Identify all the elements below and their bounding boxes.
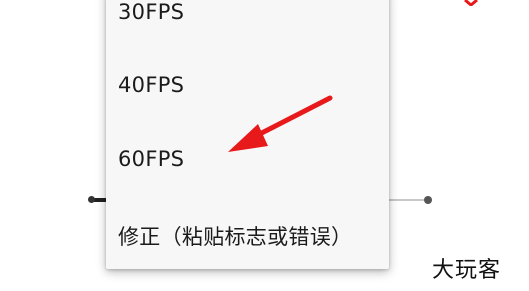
- slider-start-dot: [88, 196, 95, 203]
- menu-item-30fps[interactable]: 30FPS: [118, 0, 184, 24]
- fps-dropdown-menu: 30FPS 40FPS 60FPS 修正（粘贴标志或错误）: [106, 0, 389, 269]
- watermark-logo: 大玩客: [432, 258, 502, 283]
- menu-item-fix[interactable]: 修正（粘贴标志或错误）: [118, 221, 352, 251]
- menu-item-40fps[interactable]: 40FPS: [118, 73, 184, 97]
- slider-end-dot[interactable]: [424, 196, 432, 204]
- menu-item-60fps[interactable]: 60FPS: [118, 147, 184, 171]
- red-arrow-fragment-icon: [464, 0, 478, 6]
